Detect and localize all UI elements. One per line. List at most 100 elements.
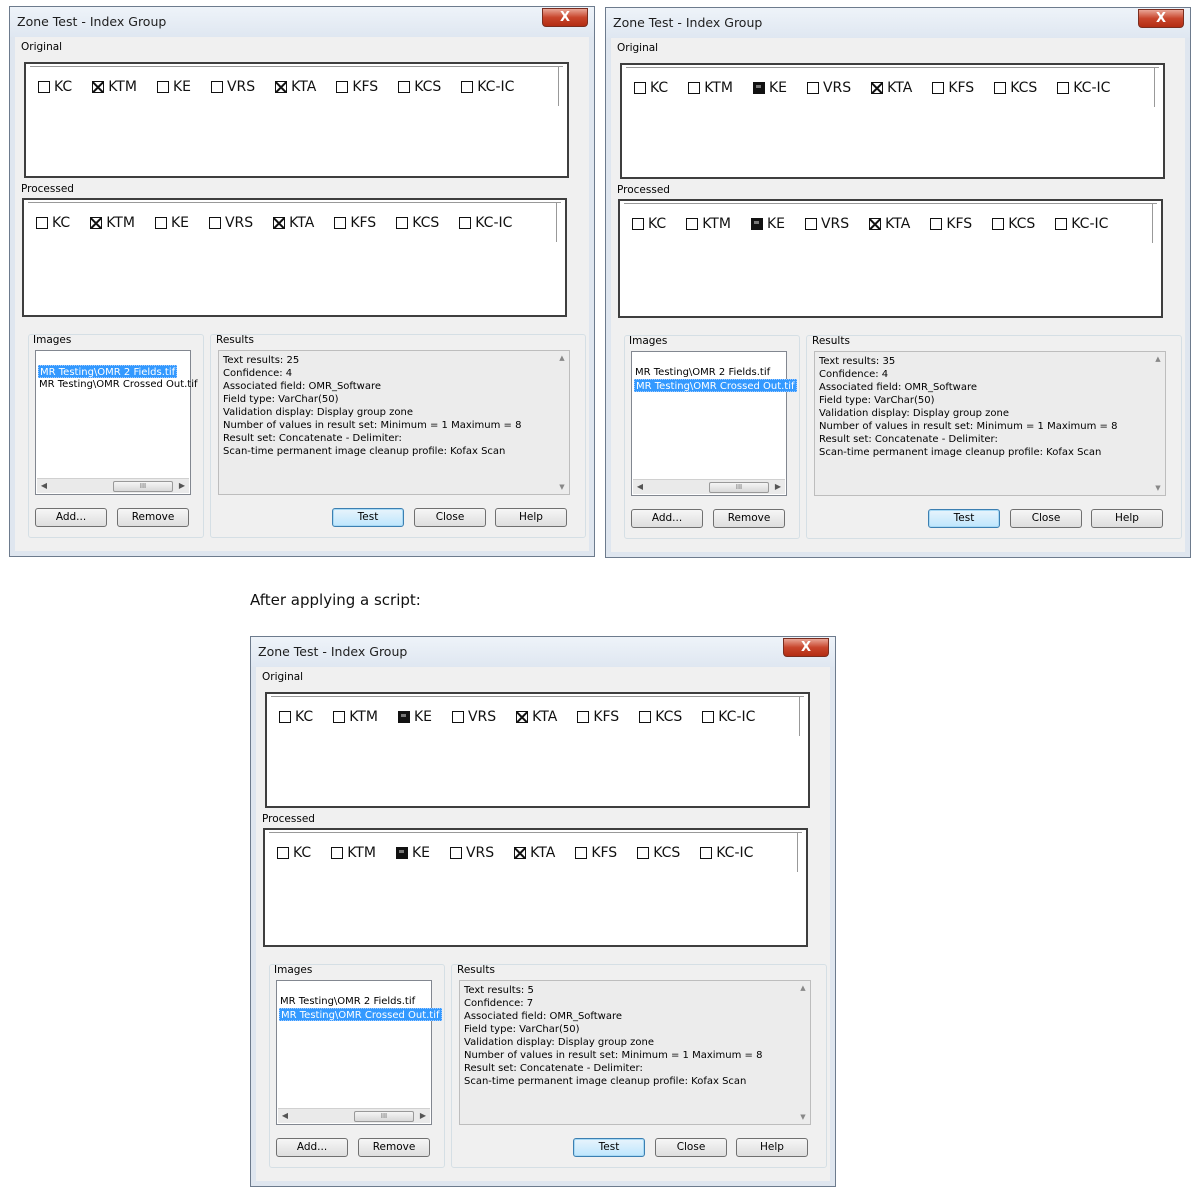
checkbox-label: KTA bbox=[885, 216, 911, 232]
scroll-up-icon[interactable]: ▲ bbox=[1153, 354, 1163, 364]
add-image-button[interactable]: Add... bbox=[35, 508, 107, 527]
checkbox-kta: KTA bbox=[869, 216, 910, 232]
result-line: Number of values in result set: Minimum … bbox=[223, 420, 522, 431]
window-title: Zone Test - Index Group bbox=[17, 14, 167, 29]
window-close-button[interactable]: X bbox=[542, 8, 588, 27]
checkbox-label: KC-IC bbox=[718, 709, 756, 725]
image-list-item[interactable]: MR Testing\OMR 2 Fields.tif bbox=[634, 366, 771, 379]
help-button[interactable]: Help bbox=[495, 508, 567, 527]
checkbox-label: KFS bbox=[591, 845, 618, 861]
checkbox-ke: KE bbox=[154, 215, 189, 231]
vertical-scrollbar[interactable]: ▲ ▼ bbox=[1153, 354, 1163, 493]
scroll-down-icon[interactable]: ▼ bbox=[1153, 483, 1163, 493]
result-line: Validation display: Display group zone bbox=[223, 407, 414, 418]
checkbox-label: VRS bbox=[224, 215, 254, 231]
result-line: Result set: Concatenate - Delimiter: bbox=[464, 1063, 643, 1074]
empty-checkbox-icon bbox=[632, 218, 644, 230]
images-list[interactable]: MR Testing\OMR 2 Fields.tif MR Testing\OM… bbox=[631, 351, 797, 496]
result-line: Scan-time permanent image cleanup profil… bbox=[223, 446, 506, 457]
title-bar[interactable]: Zone Test - Index Group X bbox=[251, 637, 835, 667]
image-list-item[interactable]: MR Testing\OMR Crossed Out.tif bbox=[634, 379, 797, 392]
remove-image-button[interactable]: Remove bbox=[358, 1138, 430, 1157]
results-textbox[interactable]: Text results: 25 Confidence: 4 Associated … bbox=[218, 350, 570, 495]
remove-image-button[interactable]: Remove bbox=[713, 509, 785, 528]
empty-checkbox-icon bbox=[277, 847, 289, 859]
results-textbox[interactable]: Text results: 5 Confidence: 7 Associated f… bbox=[459, 980, 811, 1125]
scroll-down-icon[interactable]: ▼ bbox=[798, 1112, 808, 1122]
image-list-item[interactable]: MR Testing\OMR Crossed Out.tif bbox=[279, 1008, 442, 1021]
scroll-thumb[interactable]: III bbox=[354, 1111, 414, 1122]
scroll-right-icon[interactable]: ▶ bbox=[771, 480, 785, 494]
processed-zone-image: KC KTM KE VRS KTA KFS KCS KC-IC bbox=[22, 198, 567, 317]
checkbox-ke: KE bbox=[395, 845, 430, 861]
checkbox-label: KTA bbox=[887, 80, 913, 96]
images-list[interactable]: MR Testing\OMR 2 Fields.tif MR Testing\OM… bbox=[35, 350, 198, 495]
close-button[interactable]: Close bbox=[655, 1138, 727, 1157]
empty-checkbox-icon bbox=[38, 81, 50, 93]
checkbox-label: VRS bbox=[226, 79, 256, 95]
checkbox-label: KE bbox=[411, 845, 430, 861]
checkbox-kc: KC bbox=[38, 79, 72, 95]
checkbox-kfs: KFS bbox=[334, 215, 376, 231]
image-list-item[interactable]: MR Testing\OMR Crossed Out.tif bbox=[38, 378, 199, 391]
close-button[interactable]: Close bbox=[1010, 509, 1082, 528]
image-list-item[interactable]: MR Testing\OMR 2 Fields.tif bbox=[279, 995, 416, 1008]
checkbox-label: KCS bbox=[655, 709, 683, 725]
scroll-up-icon[interactable]: ▲ bbox=[557, 353, 567, 363]
checkbox-label: KC-IC bbox=[1073, 80, 1111, 96]
checkbox-label: KC bbox=[293, 845, 312, 861]
remove-image-button[interactable]: Remove bbox=[117, 508, 189, 527]
add-image-button[interactable]: Add... bbox=[631, 509, 703, 528]
scroll-up-icon[interactable]: ▲ bbox=[798, 983, 808, 993]
checkbox-ktm: KTM bbox=[90, 215, 135, 231]
checkbox-kta: KTA bbox=[516, 709, 557, 725]
scroll-thumb[interactable]: III bbox=[709, 482, 769, 493]
result-line: Associated field: OMR_Software bbox=[819, 382, 978, 393]
horizontal-scrollbar[interactable]: ◀ III ▶ bbox=[633, 479, 785, 494]
images-list[interactable]: MR Testing\OMR 2 Fields.tif MR Testing\OM… bbox=[276, 980, 442, 1125]
checkbox-label: KFS bbox=[350, 215, 377, 231]
processed-zone-image: KC KTM KE VRS KTA KFS KCS KC-IC bbox=[618, 199, 1163, 318]
close-button[interactable]: Close bbox=[414, 508, 486, 527]
scroll-left-icon[interactable]: ◀ bbox=[37, 479, 51, 493]
scroll-left-icon[interactable]: ◀ bbox=[278, 1109, 292, 1123]
horizontal-scrollbar[interactable]: ◀ III ▶ bbox=[37, 478, 189, 493]
test-button[interactable]: Test bbox=[573, 1138, 645, 1157]
horizontal-scrollbar[interactable]: ◀ III ▶ bbox=[278, 1108, 430, 1123]
vertical-scrollbar[interactable]: ▲ ▼ bbox=[798, 983, 808, 1122]
results-label: Results bbox=[457, 964, 495, 976]
dialog-body: Original KC KTM KE VRS KTA KFS KCS KC-IC Proces… bbox=[257, 667, 829, 1180]
empty-checkbox-icon bbox=[333, 711, 346, 723]
test-button[interactable]: Test bbox=[928, 509, 1000, 528]
scroll-left-icon[interactable]: ◀ bbox=[633, 480, 647, 494]
result-line: Validation display: Display group zone bbox=[464, 1037, 655, 1048]
title-bar[interactable]: Zone Test - Index Group X bbox=[606, 8, 1190, 38]
checkbox-label: KTM bbox=[702, 216, 731, 232]
empty-checkbox-icon bbox=[994, 82, 1007, 94]
window-close-button[interactable]: X bbox=[783, 638, 829, 657]
processed-checkbox-row: KC KTM KE VRS KTA KFS KCS KC-IC bbox=[277, 845, 753, 861]
checkbox-label: KTA bbox=[530, 845, 556, 861]
add-image-button[interactable]: Add... bbox=[276, 1138, 348, 1157]
checkbox-kcs: KCS bbox=[396, 215, 439, 231]
window-close-button[interactable]: X bbox=[1138, 9, 1184, 28]
vertical-scrollbar[interactable]: ▲ ▼ bbox=[557, 353, 567, 492]
empty-checkbox-icon bbox=[1055, 218, 1068, 230]
results-textbox[interactable]: Text results: 35 Confidence: 4 Associated … bbox=[814, 351, 1166, 496]
image-list-item[interactable]: MR Testing\OMR 2 Fields.tif bbox=[38, 365, 178, 378]
test-button[interactable]: Test bbox=[332, 508, 404, 527]
checkbox-kta: KTA bbox=[273, 215, 314, 231]
result-line: Number of values in result set: Minimum … bbox=[464, 1050, 763, 1061]
checkbox-label: VRS bbox=[820, 216, 850, 232]
title-bar[interactable]: Zone Test - Index Group X bbox=[10, 7, 594, 37]
help-button[interactable]: Help bbox=[736, 1138, 808, 1157]
scroll-thumb[interactable]: III bbox=[113, 481, 173, 492]
zone-test-dialog: Zone Test - Index Group X Original KC KTM… bbox=[9, 6, 595, 557]
scroll-right-icon[interactable]: ▶ bbox=[175, 479, 189, 493]
scroll-down-icon[interactable]: ▼ bbox=[557, 482, 567, 492]
empty-checkbox-icon bbox=[449, 847, 462, 859]
help-button[interactable]: Help bbox=[1091, 509, 1163, 528]
scroll-right-icon[interactable]: ▶ bbox=[416, 1109, 430, 1123]
original-zone-image: KC KTM KE VRS KTA KFS KCS KC-IC bbox=[265, 692, 810, 808]
original-label: Original bbox=[262, 671, 304, 683]
